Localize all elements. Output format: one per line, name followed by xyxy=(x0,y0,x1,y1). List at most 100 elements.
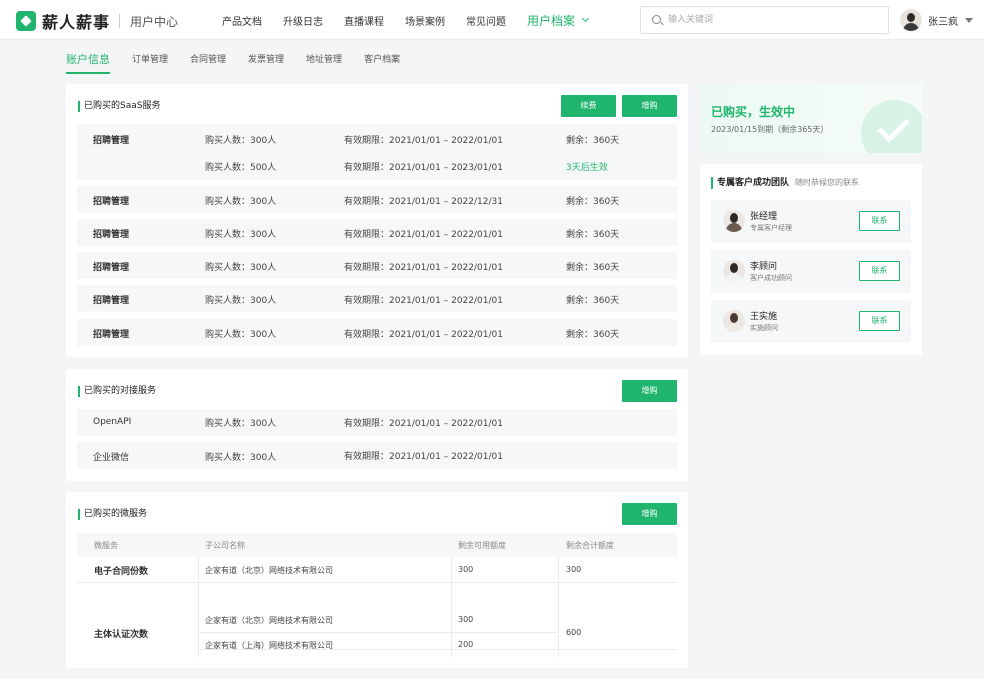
divider xyxy=(77,582,677,583)
purchase-count: 购买人数：500人 xyxy=(205,163,277,173)
remaining-days: 剩余：360天 xyxy=(566,296,620,306)
contact-button[interactable]: 联系 xyxy=(859,211,900,231)
top-bar: 薪人薪事 用户中心 产品文档 升级日志 直播课程 场景案例 常见问题 用户档案 … xyxy=(0,0,984,40)
divider xyxy=(199,632,558,633)
saas-card: 已购买的SaaS服务 续费 增购 招聘管理 购买人数：300人 有效期限：202… xyxy=(66,84,688,357)
service-row: OpenAPI 购买人数：300人 有效期限：2021/01/01 – 2022… xyxy=(77,409,677,436)
member-role: 实施顾问 xyxy=(750,324,778,332)
tab-contracts[interactable]: 合同管理 xyxy=(190,50,226,74)
service-name: 招聘管理 xyxy=(93,136,130,146)
nav-item-faq[interactable]: 常见问题 xyxy=(466,13,506,28)
nav-item-user-profile[interactable]: 用户档案 xyxy=(527,12,590,29)
micro-service-card: 已购买的微服务 增购 微服务 子公司名称 剩余可用额度 剩余合计额度 电子合同份… xyxy=(66,492,688,668)
avatar xyxy=(723,210,745,232)
search-icon xyxy=(652,15,661,24)
tab-addresses[interactable]: 地址管理 xyxy=(306,50,342,74)
remaining-days: 剩余：360天 xyxy=(566,136,620,146)
service-name: 主体认证次数 xyxy=(94,630,149,640)
purchase-count: 购买人数：300人 xyxy=(205,230,277,240)
member-name: 李顾问 xyxy=(750,262,778,272)
valid-period: 有效期限：2021/01/01 – 2022/01/01 xyxy=(344,330,503,340)
nav-item-docs[interactable]: 产品文档 xyxy=(222,13,262,28)
table-header: 微服务 子公司名称 剩余可用额度 剩余合计额度 xyxy=(77,533,677,557)
remaining-days: 剩余：360天 xyxy=(566,330,620,340)
purchase-count: 购买人数：300人 xyxy=(205,330,277,340)
remaining-days: 剩余：360天 xyxy=(566,197,620,207)
total-quota: 300 xyxy=(566,565,582,574)
status-title: 已购买，生效中 xyxy=(711,105,796,119)
brand-name: 薪人薪事 xyxy=(42,13,111,32)
column-header: 剩余可用额度 xyxy=(458,541,506,550)
nav-item-changelog[interactable]: 升级日志 xyxy=(283,13,323,28)
service-name: OpenAPI xyxy=(93,417,132,427)
member-role: 专属客户经理 xyxy=(750,224,792,232)
service-name: 招聘管理 xyxy=(93,330,130,340)
remaining-days: 剩余：360天 xyxy=(566,263,620,273)
contact-button[interactable]: 联系 xyxy=(859,261,900,281)
divider xyxy=(119,14,121,28)
add-purchase-button[interactable]: 增购 xyxy=(622,95,677,117)
company-name: 企家有道（北京）网络技术有限公司 xyxy=(205,616,333,625)
service-row: 招聘管理 购买人数：300人 有效期限：2021/01/01 – 2022/12… xyxy=(77,186,677,213)
nav-item-label: 用户档案 xyxy=(527,13,576,28)
add-purchase-button[interactable]: 增购 xyxy=(622,503,677,525)
service-name: 电子合同份数 xyxy=(94,567,149,577)
micro-section-title: 已购买的微服务 xyxy=(78,509,147,520)
nav-item-cases[interactable]: 场景案例 xyxy=(405,13,445,28)
purchase-count: 购买人数：300人 xyxy=(205,296,277,306)
search-input[interactable] xyxy=(668,12,878,28)
team-member: 张经理 专属客户经理 联系 xyxy=(711,200,911,243)
service-name: 招聘管理 xyxy=(93,263,130,273)
purchase-count: 购买人数：300人 xyxy=(205,197,277,207)
company-name: 企家有道（上海）网络技术有限公司 xyxy=(205,641,333,650)
tab-orders[interactable]: 订单管理 xyxy=(132,50,168,74)
tab-account-info[interactable]: 账户信息 xyxy=(66,50,110,74)
purchase-count: 购买人数：300人 xyxy=(205,419,277,429)
valid-period: 有效期限：2021/01/01 – 2022/01/01 xyxy=(344,230,503,240)
column-header: 微服务 xyxy=(94,541,118,550)
service-row: 企业微信 购买人数：300人 有效期限：2021/01/01 – 2022/01… xyxy=(77,442,677,469)
tab-invoices[interactable]: 发票管理 xyxy=(248,50,284,74)
user-name: 张三疯 xyxy=(928,16,958,28)
service-row: 招聘管理 购买人数：300人 有效期限：2021/01/01 – 2022/01… xyxy=(77,285,677,312)
saas-section-title: 已购买的SaaS服务 xyxy=(78,101,160,112)
available-quota: 300 xyxy=(458,565,474,574)
team-section-title: 专属客户成功团队 随时恭候您的联系 xyxy=(711,177,859,189)
total-quota: 600 xyxy=(566,628,582,637)
tab-customer-profile[interactable]: 客户档案 xyxy=(364,50,400,74)
valid-period: 有效期限：2021/01/01 – 2022/01/01 xyxy=(344,136,503,146)
logo[interactable]: 薪人薪事 用户中心 xyxy=(16,9,178,33)
valid-period: 有效期限：2021/01/01 – 2022/01/01 xyxy=(344,452,503,462)
nav-item-live[interactable]: 直播课程 xyxy=(344,13,384,28)
search-box xyxy=(640,6,889,34)
service-row: 招聘管理 购买人数：300人 有效期限：2021/01/01 – 2022/01… xyxy=(77,252,677,279)
add-purchase-button[interactable]: 增购 xyxy=(622,380,677,402)
success-team-card: 专属客户成功团队 随时恭候您的联系 张经理 专属客户经理 联系 李顾问 客户成功顾… xyxy=(700,164,922,355)
section-title: 用户中心 xyxy=(130,14,179,29)
subscription-status-card: 已购买，生效中 2023/01/15到期（剩余365天） xyxy=(700,84,922,153)
user-menu[interactable]: 张三疯 xyxy=(900,9,973,31)
valid-period: 有效期限：2021/01/01 – 2022/01/01 xyxy=(344,419,503,429)
avatar xyxy=(723,310,745,332)
logo-icon xyxy=(16,11,36,31)
member-role: 客户成功顾问 xyxy=(750,274,792,282)
team-member: 李顾问 客户成功顾问 联系 xyxy=(711,250,911,293)
available-quota: 300 xyxy=(458,615,474,624)
service-row: 招聘管理 购买人数：300人 有效期限：2021/01/01 – 2022/01… xyxy=(77,219,677,246)
caret-down-icon xyxy=(965,17,973,23)
pending-status: 3天后生效 xyxy=(566,163,608,173)
avatar xyxy=(723,260,745,282)
main-nav: 产品文档 升级日志 直播课程 场景案例 常见问题 用户档案 xyxy=(222,0,609,40)
company-name: 企家有道（北京）网络技术有限公司 xyxy=(205,566,333,575)
member-name: 张经理 xyxy=(750,212,778,222)
member-name: 王实施 xyxy=(750,312,778,322)
service-name: 招聘管理 xyxy=(93,230,130,240)
integration-card: 已购买的对接服务 增购 OpenAPI 购买人数：300人 有效期限：2021/… xyxy=(66,369,688,481)
divider xyxy=(198,557,199,657)
purchase-count: 购买人数：300人 xyxy=(205,136,277,146)
renew-button[interactable]: 续费 xyxy=(561,95,616,117)
divider xyxy=(451,557,452,657)
team-member: 王实施 实施顾问 联系 xyxy=(711,300,911,343)
column-header: 剩余合计额度 xyxy=(566,541,614,550)
contact-button[interactable]: 联系 xyxy=(859,311,900,331)
